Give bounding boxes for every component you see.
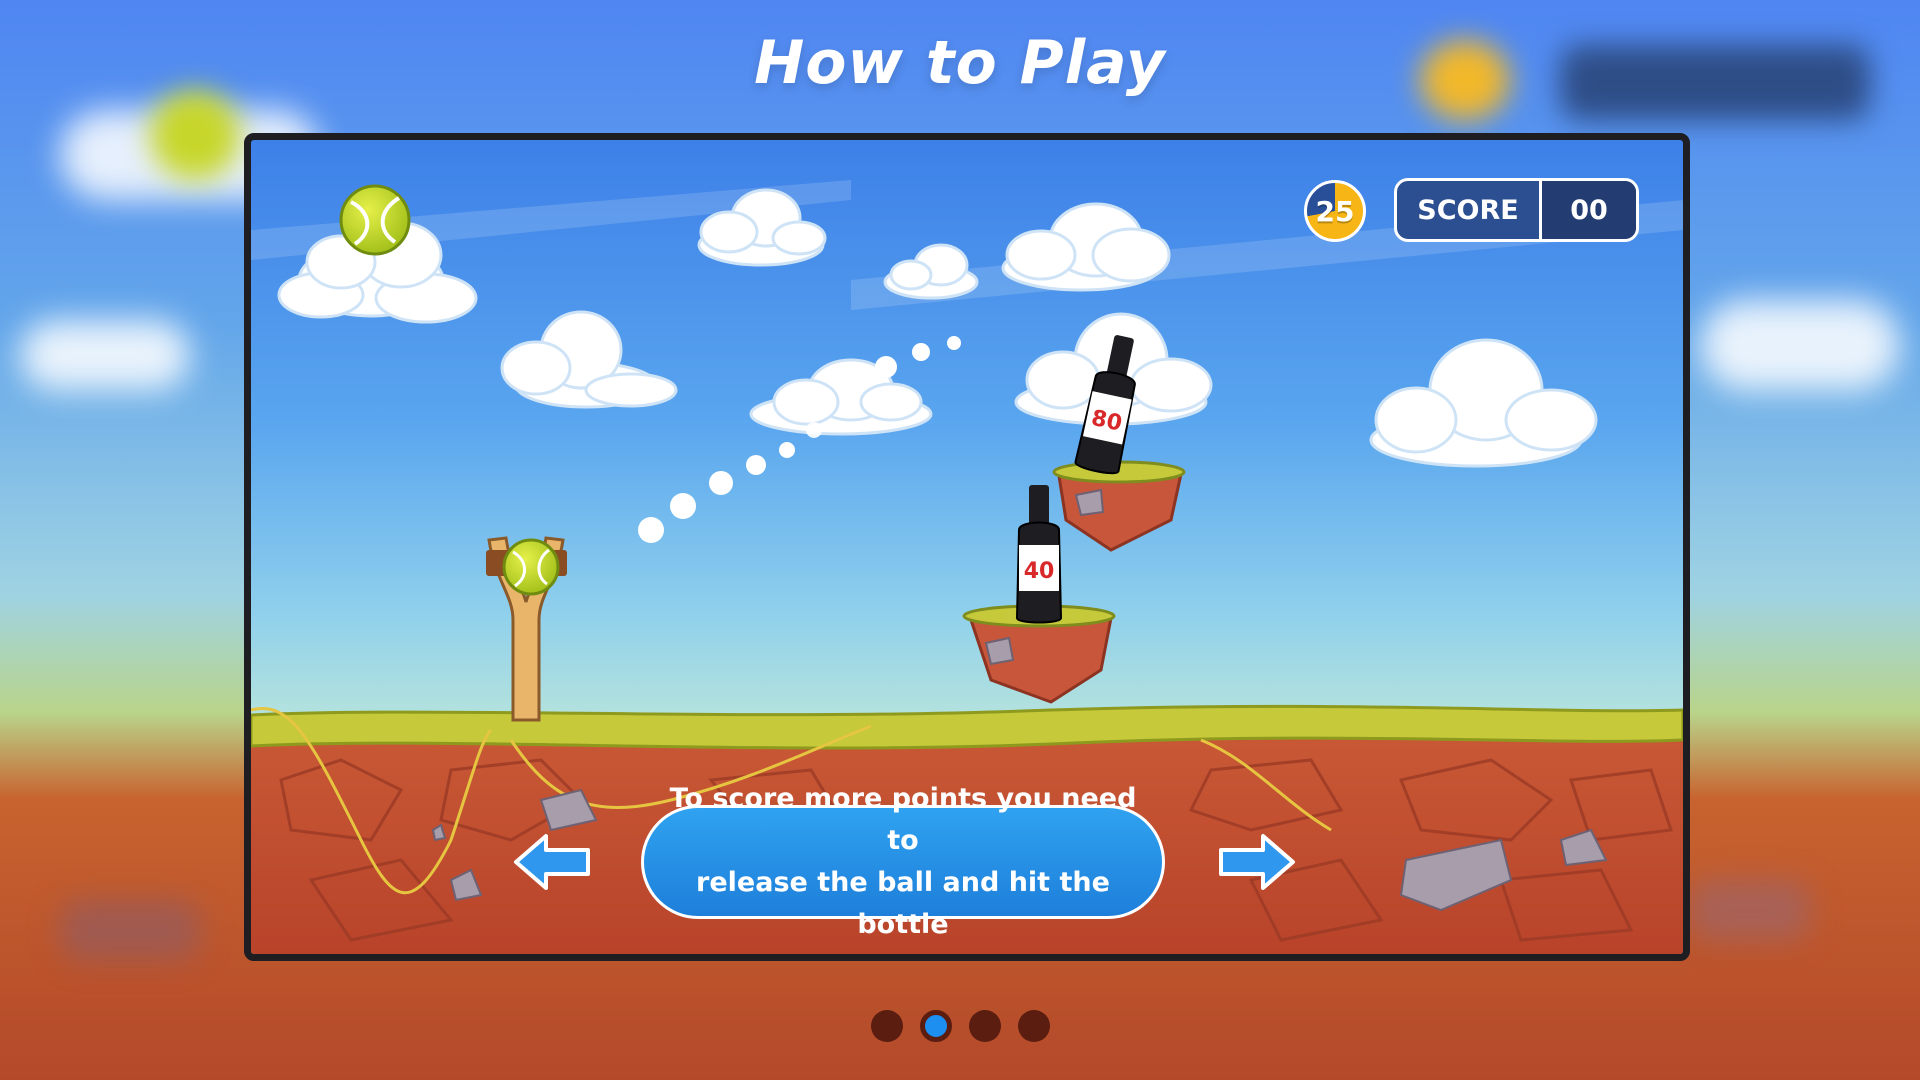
background-rock (1690, 880, 1810, 940)
cloud (1369, 338, 1598, 468)
cloud (749, 358, 933, 436)
tennis-ball-icon (502, 538, 560, 596)
score-value: 00 (1542, 181, 1636, 239)
coin-counter: 25 (1304, 180, 1366, 242)
score-label: SCORE (1397, 181, 1542, 239)
floating-island (1052, 460, 1186, 552)
next-button[interactable] (1218, 832, 1296, 892)
arrow-left-icon (514, 834, 590, 890)
page-dot[interactable] (870, 1010, 903, 1042)
cloud (1001, 202, 1171, 292)
score-panel: SCORE 00 (1394, 178, 1639, 242)
tennis-ball-icon (339, 184, 411, 256)
page-dot-active[interactable] (919, 1010, 952, 1042)
background-cloud (1700, 300, 1900, 390)
page-dot[interactable] (968, 1010, 1001, 1042)
cloud (500, 310, 678, 409)
bottle-value-label: 40 (1024, 559, 1055, 584)
background-cloud (20, 320, 190, 390)
page-title: How to Play (754, 28, 1166, 98)
page-indicator (0, 1010, 1920, 1042)
tutorial-frame: 40 80 25 SCORE 00 To score more points y… (244, 133, 1690, 961)
previous-button[interactable] (513, 832, 591, 892)
background-ball (150, 90, 240, 180)
page-dot[interactable] (1017, 1010, 1050, 1042)
bottle: 40 (1015, 485, 1063, 624)
instruction-text: To score more points you need to release… (641, 783, 1165, 940)
trajectory-dots (638, 336, 961, 543)
arrow-right-icon (1219, 834, 1295, 890)
background-rock (60, 900, 200, 960)
cloud (883, 243, 979, 300)
